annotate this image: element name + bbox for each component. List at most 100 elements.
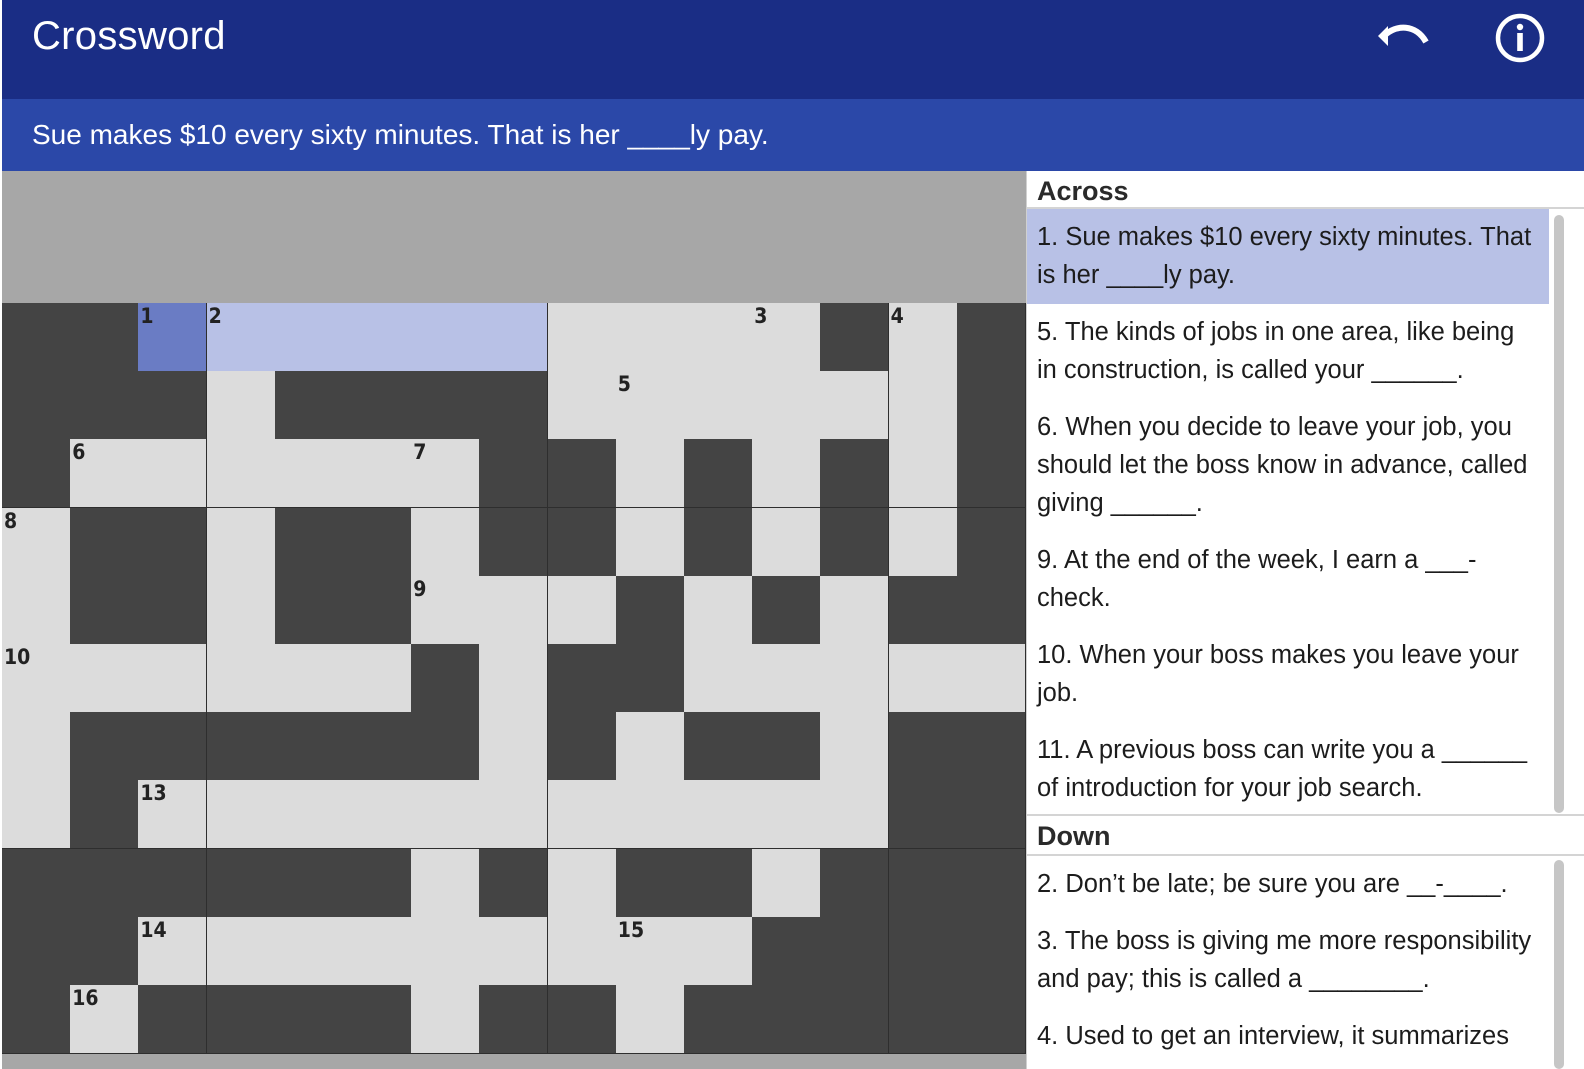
grid-cell[interactable] [820, 575, 890, 645]
clue-item[interactable]: 2. Don’t be late; be sure you are __-___… [1027, 856, 1549, 913]
grid-cell[interactable] [274, 303, 344, 372]
grid-cell[interactable] [888, 507, 958, 577]
across-scrollbar[interactable] [1554, 211, 1566, 813]
clue-item[interactable]: 1. Sue makes $10 every sixty minutes. Th… [1027, 209, 1549, 304]
grid-cell[interactable] [274, 644, 344, 713]
grid-cell[interactable] [752, 780, 822, 850]
grid-cell[interactable] [752, 439, 822, 509]
grid-cell[interactable]: 15 [615, 916, 685, 986]
down-clue-list[interactable]: 2. Don’t be late; be sure you are __-___… [1027, 856, 1549, 1069]
grid-cell[interactable] [684, 575, 753, 645]
grid-cell[interactable] [888, 439, 958, 509]
grid-cell[interactable] [274, 439, 344, 509]
grid-cell[interactable] [820, 712, 890, 782]
clue-item[interactable]: 5. The kinds of jobs in one area, like b… [1027, 304, 1549, 399]
grid-cell[interactable] [547, 371, 617, 441]
grid-cell[interactable]: 4 [888, 303, 958, 372]
grid-cell[interactable] [206, 439, 276, 509]
grid-cell[interactable] [479, 780, 549, 850]
grid-cell[interactable] [411, 507, 481, 577]
grid-cell[interactable] [547, 916, 617, 986]
grid-cell[interactable]: 10 [2, 644, 71, 713]
undo-button[interactable] [1372, 14, 1432, 58]
grid-cell[interactable] [206, 575, 276, 645]
grid-cell[interactable] [684, 303, 753, 372]
grid-cell[interactable] [2, 780, 71, 850]
grid-cell[interactable] [206, 780, 276, 850]
crossword-grid[interactable]: 1 2 3 4 5 6 7 8 9 10 13 14 15 16 [2, 303, 1026, 1069]
grid-cell[interactable] [547, 575, 617, 645]
grid-cell[interactable] [615, 439, 685, 509]
grid-cell[interactable] [820, 644, 890, 713]
grid-cell[interactable] [479, 644, 549, 713]
down-scrollbar[interactable] [1554, 858, 1566, 1069]
grid-cell[interactable] [615, 712, 685, 782]
grid-cell[interactable] [752, 371, 822, 441]
grid-cell[interactable] [411, 780, 481, 850]
grid-cell[interactable] [411, 303, 481, 372]
grid-cell[interactable] [956, 644, 1026, 713]
grid-cell[interactable] [888, 644, 958, 713]
across-scroll-thumb[interactable] [1554, 215, 1564, 813]
grid-cell[interactable] [820, 371, 890, 441]
grid-cell[interactable]: 6 [70, 439, 140, 509]
grid-cell[interactable] [479, 303, 549, 372]
grid-cell[interactable]: 3 [752, 303, 822, 372]
grid-cell[interactable] [615, 303, 685, 372]
grid-cell[interactable]: 9 [411, 575, 481, 645]
grid-cell[interactable] [479, 712, 549, 782]
grid-cell[interactable] [206, 916, 276, 986]
grid-cell[interactable] [70, 644, 140, 713]
grid-cell[interactable] [820, 780, 890, 850]
grid-cell[interactable] [138, 439, 208, 509]
grid-cell[interactable]: 1 [138, 303, 208, 372]
clue-item[interactable]: 11. A previous boss can write you a ____… [1027, 722, 1549, 813]
grid-cell[interactable] [138, 644, 208, 713]
grid-cell[interactable]: 7 [411, 439, 481, 509]
grid-cell[interactable] [752, 644, 822, 713]
grid-cell[interactable] [343, 916, 412, 986]
grid-cell[interactable] [411, 848, 481, 918]
grid-cell[interactable]: 2 [206, 303, 276, 372]
grid-cell[interactable] [684, 780, 753, 850]
grid-cell[interactable] [752, 848, 822, 918]
grid-cell[interactable] [411, 916, 481, 986]
grid-cell[interactable] [479, 916, 549, 986]
grid-cell[interactable] [274, 916, 344, 986]
grid-cell[interactable] [615, 985, 685, 1054]
down-scroll-thumb[interactable] [1554, 860, 1564, 1069]
grid-cell[interactable] [2, 575, 71, 645]
across-clue-list[interactable]: 1. Sue makes $10 every sixty minutes. Th… [1027, 209, 1549, 813]
grid-cell[interactable] [343, 303, 412, 372]
clue-item[interactable]: 10. When your boss makes you leave your … [1027, 627, 1549, 722]
grid-cell[interactable] [343, 780, 412, 850]
clue-item[interactable]: 3. The boss is giving me more responsibi… [1027, 913, 1549, 1008]
grid-cell[interactable] [684, 644, 753, 713]
grid-cell[interactable]: 5 [615, 371, 685, 441]
grid-cell[interactable]: 14 [138, 916, 208, 986]
grid-cell[interactable]: 16 [70, 985, 140, 1054]
grid-cell[interactable]: 13 [138, 780, 208, 850]
grid-cell[interactable] [206, 371, 276, 441]
grid-cell[interactable] [274, 780, 344, 850]
grid-cell[interactable] [343, 439, 412, 509]
info-button[interactable] [1492, 10, 1548, 66]
grid-cell[interactable] [615, 780, 685, 850]
grid-cell[interactable] [888, 371, 958, 441]
grid-cell[interactable] [752, 507, 822, 577]
grid-cell[interactable] [479, 575, 549, 645]
grid-cell[interactable] [615, 507, 685, 577]
clue-item[interactable]: 9. At the end of the week, I earn a ___-… [1027, 532, 1549, 627]
grid-cell[interactable] [684, 916, 753, 986]
clue-item[interactable]: 6. When you decide to leave your job, yo… [1027, 399, 1549, 532]
grid-cell[interactable] [547, 303, 617, 372]
grid-cell[interactable] [547, 780, 617, 850]
clue-item[interactable]: 4. Used to get an interview, it summariz… [1027, 1008, 1549, 1065]
grid-cell[interactable] [343, 644, 412, 713]
grid-cell[interactable]: 8 [2, 507, 71, 577]
grid-cell[interactable] [411, 985, 481, 1054]
grid-cell[interactable] [684, 371, 753, 441]
grid-cell[interactable] [547, 848, 617, 918]
grid-cell[interactable] [206, 644, 276, 713]
grid-cell[interactable] [206, 507, 276, 577]
